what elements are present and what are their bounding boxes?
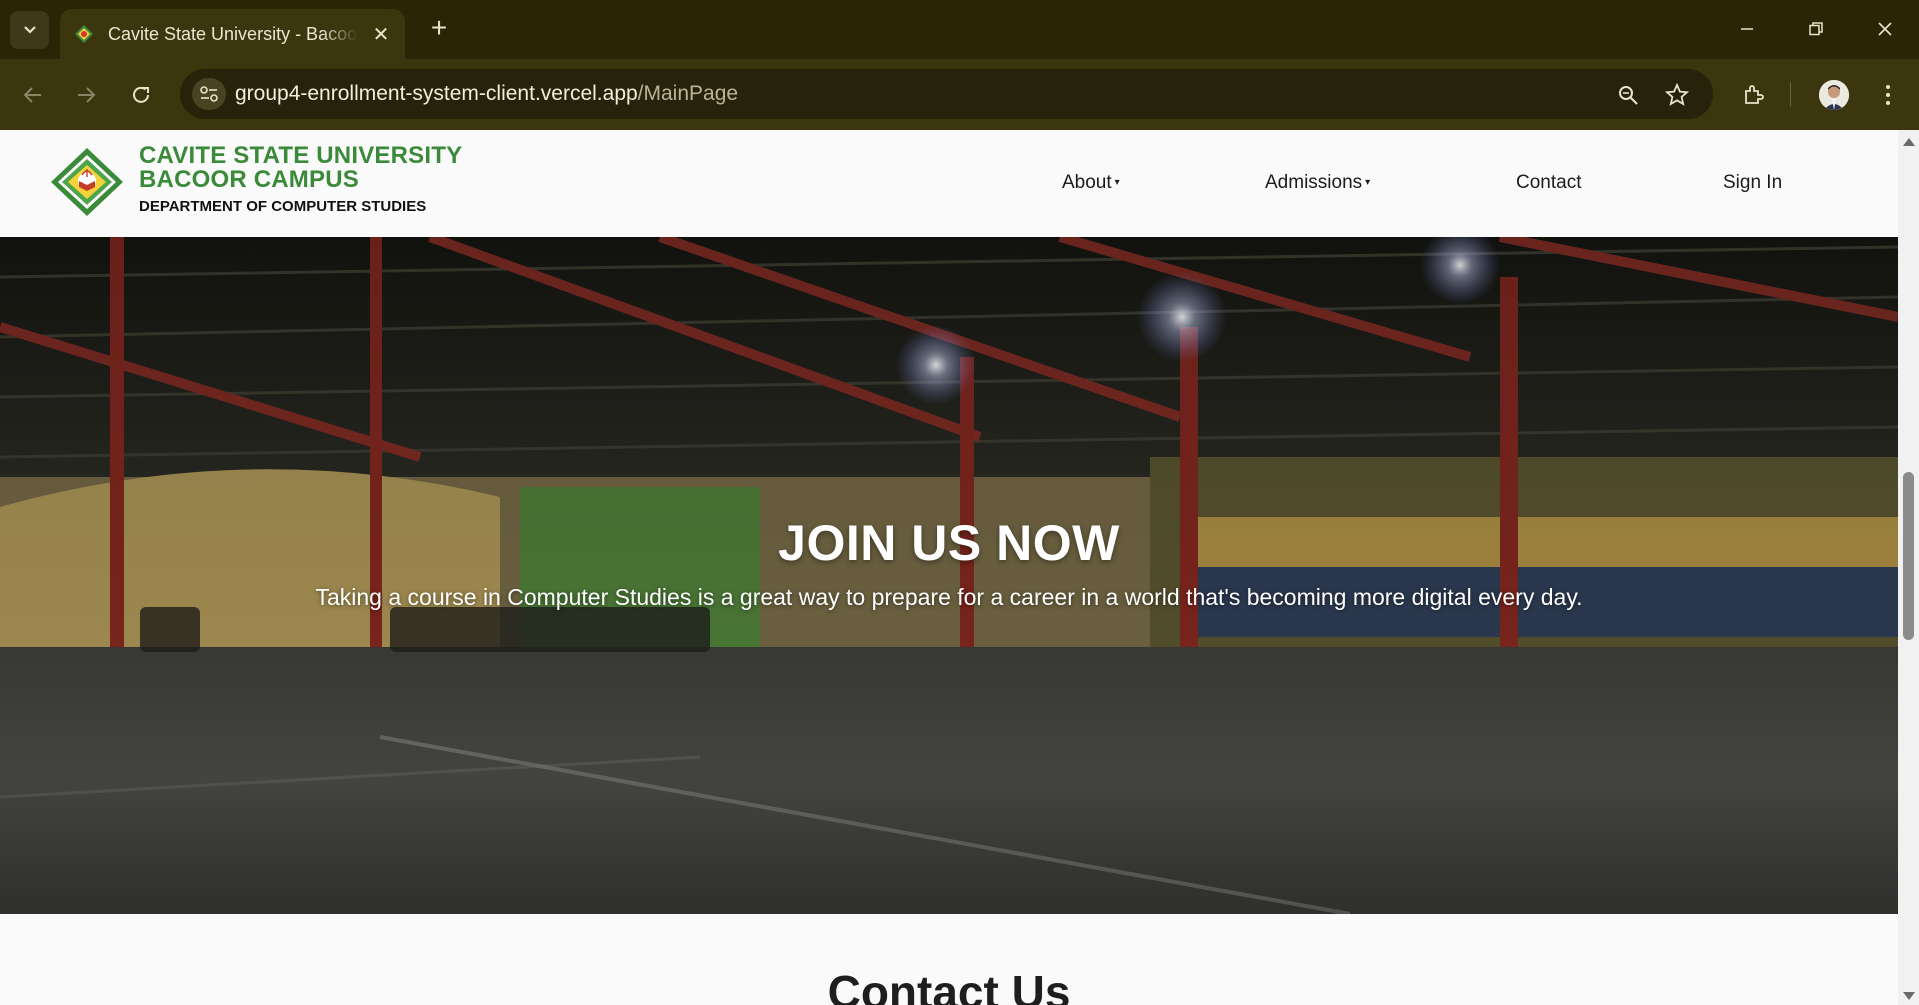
hero-description: Taking a course in Computer Studies is a…: [315, 584, 1583, 610]
url-path: /MainPage: [637, 82, 739, 105]
nav-sign-in[interactable]: Sign In: [1723, 172, 1782, 194]
nav-contact[interactable]: Contact: [1516, 172, 1581, 194]
nav-admissions[interactable]: Admissions ▾: [1265, 172, 1370, 194]
brand-title-line2: BACOOR CAMPUS: [139, 166, 359, 193]
university-logo[interactable]: [50, 147, 124, 217]
bookmark-star-icon: [1665, 83, 1689, 106]
scrollbar-thumb[interactable]: [1903, 472, 1914, 640]
profile-avatar[interactable]: [1819, 80, 1849, 110]
scroll-down-arrow-icon[interactable]: [1903, 992, 1915, 1000]
caret-down-icon: ▾: [1365, 177, 1371, 188]
browser-toolbar: group4-enrollment-system-client.vercel.a…: [0, 59, 1919, 130]
close-window-button[interactable]: [1865, 12, 1905, 46]
close-icon[interactable]: ✕: [371, 22, 391, 47]
brand-subtitle: DEPARTMENT OF COMPUTER STUDIES: [139, 198, 427, 215]
url-text[interactable]: group4-enrollment-system-client.vercel.a…: [235, 82, 738, 106]
menu-dots-icon: [1886, 85, 1890, 105]
extensions-button[interactable]: [1738, 79, 1770, 111]
minimize-icon: [1741, 28, 1753, 30]
minimize-button[interactable]: [1727, 12, 1767, 46]
person-icon: [1819, 80, 1849, 110]
tab-search-button[interactable]: [10, 11, 49, 49]
site-settings-button[interactable]: [192, 78, 226, 110]
new-tab-button[interactable]: +: [424, 14, 454, 44]
url-host: group4-enrollment-system-client.vercel.a…: [235, 82, 638, 105]
browser-tab-active[interactable]: Cavite State University - Bacoor ✕: [60, 9, 405, 59]
nav-about[interactable]: About ▾: [1062, 172, 1120, 194]
hero-title: JOIN US NOW: [778, 515, 1120, 571]
back-button[interactable]: [17, 79, 49, 111]
page-scrollbar[interactable]: [1898, 130, 1919, 1005]
hero-banner: JOIN US NOW Taking a course in Computer …: [0, 237, 1898, 914]
back-icon: [23, 87, 41, 103]
zoom-icon: [1619, 86, 1638, 105]
browser-menu-button[interactable]: [1872, 79, 1904, 111]
caret-down-icon: ▾: [1114, 177, 1120, 188]
address-bar[interactable]: group4-enrollment-system-client.vercel.a…: [180, 69, 1713, 119]
reload-icon: [133, 86, 149, 103]
nav-admissions-label: Admissions: [1265, 172, 1363, 193]
hero-background-image: [0, 237, 1898, 914]
site-settings-icon: [200, 86, 218, 102]
reload-button[interactable]: [125, 79, 157, 111]
restore-icon: [1809, 22, 1823, 36]
scroll-up-arrow-icon[interactable]: [1903, 138, 1915, 146]
nav-about-label: About: [1062, 172, 1112, 193]
toolbar-divider: [1790, 82, 1791, 106]
zoom-button[interactable]: [1615, 82, 1641, 108]
restore-button[interactable]: [1796, 12, 1836, 46]
browser-tab-bar: Cavite State University - Bacoor ✕ +: [0, 0, 1919, 59]
favicon: [75, 25, 93, 43]
extensions-icon: [1745, 85, 1764, 104]
forward-button[interactable]: [70, 79, 102, 111]
web-page: CAVITE STATE UNIVERSITY BACOOR CAMPUS DE…: [0, 130, 1898, 1005]
site-header: CAVITE STATE UNIVERSITY BACOOR CAMPUS DE…: [0, 130, 1898, 237]
close-window-icon: [1878, 22, 1892, 36]
chevron-down-icon: [23, 26, 36, 34]
bookmark-button[interactable]: [1664, 82, 1690, 108]
contact-section-heading: Contact Us: [827, 966, 1071, 1005]
tab-title: Cavite State University - Bacoor: [108, 23, 358, 44]
forward-icon: [78, 87, 96, 103]
